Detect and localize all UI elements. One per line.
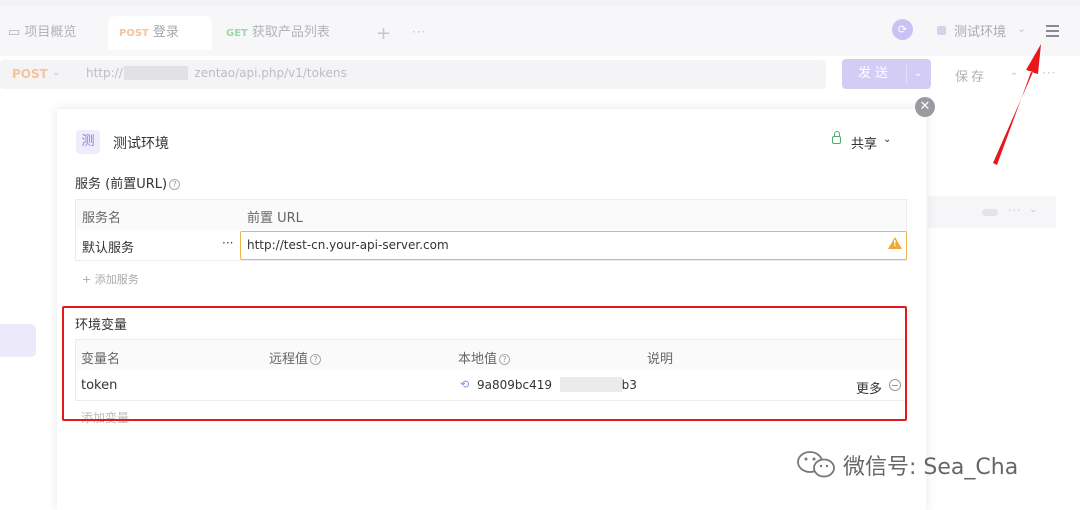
arrow-shape [993,44,1041,165]
watermark-text: 微信号: Sea_Cha [843,455,1019,480]
watermark: 微信号: Sea_Cha [795,445,1055,481]
red-arrow-annotation [993,44,1041,165]
wechat-icon [797,451,835,478]
